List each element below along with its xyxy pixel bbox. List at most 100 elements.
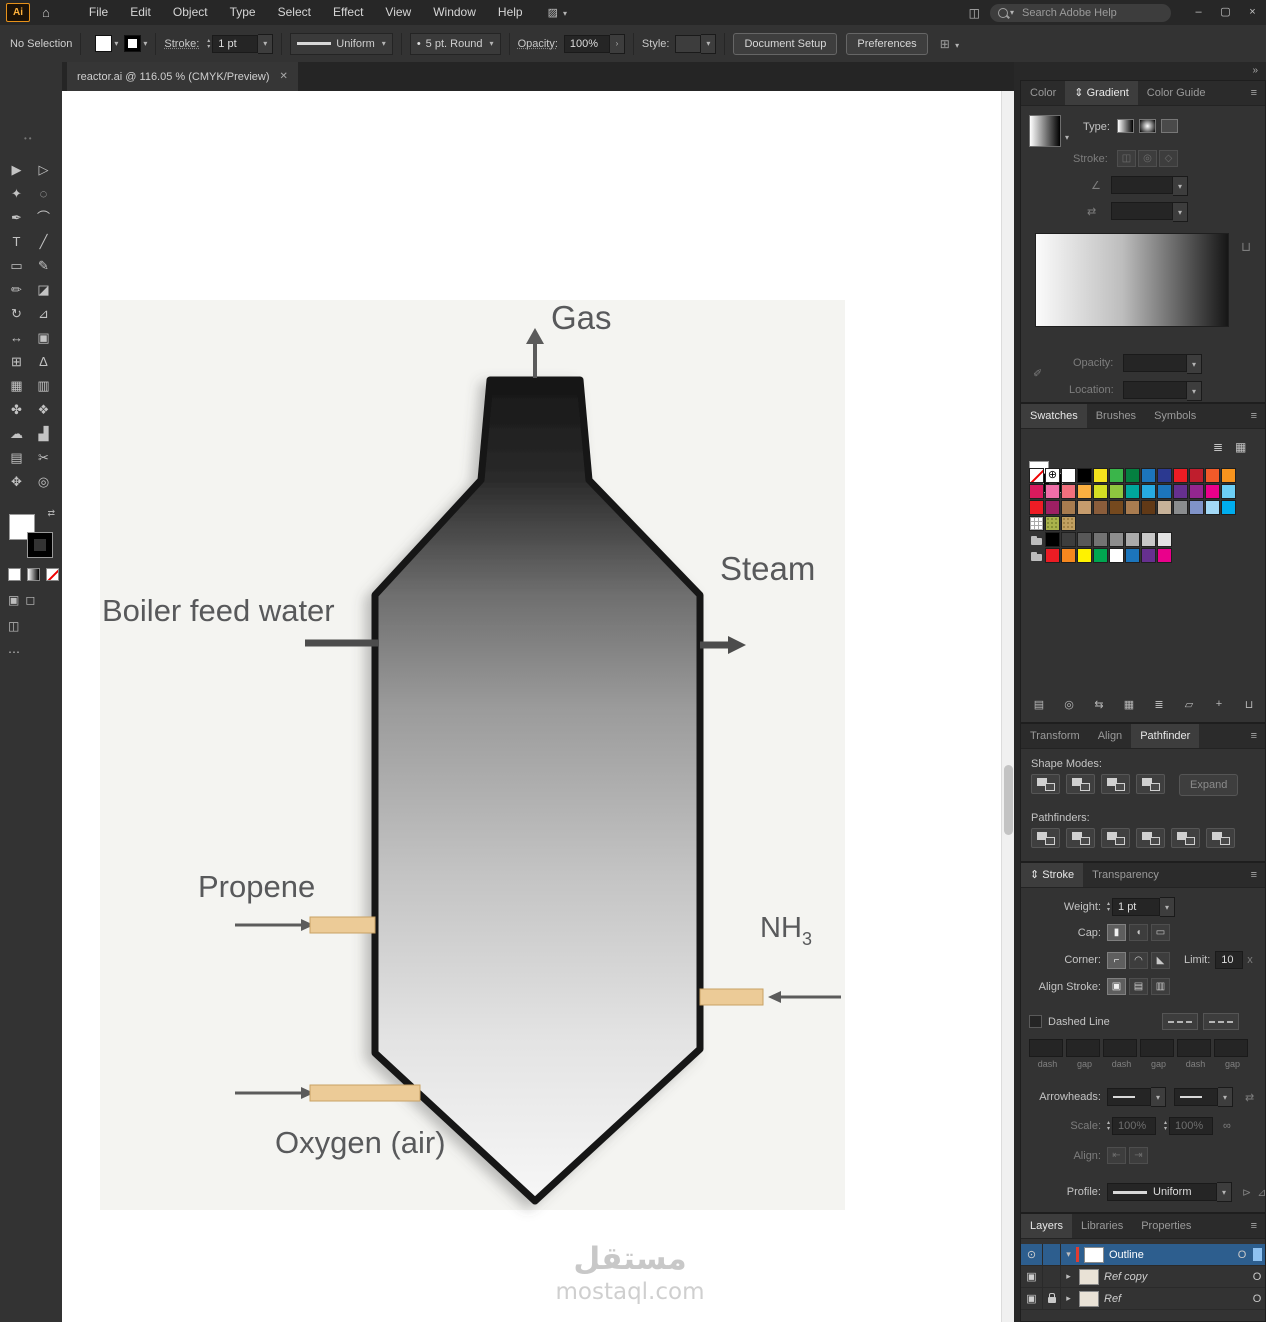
tool-blend[interactable]: ❖ bbox=[30, 398, 57, 422]
propene-pipe[interactable] bbox=[309, 916, 376, 934]
arrowhead-end-caret-icon[interactable]: ▾ bbox=[1218, 1087, 1233, 1107]
stroke-color-swatch[interactable] bbox=[124, 35, 142, 52]
stroke-within-icon[interactable]: ◫ bbox=[1117, 150, 1136, 167]
swatch[interactable] bbox=[1093, 484, 1108, 499]
weight-caret-icon[interactable]: ▾ bbox=[1160, 897, 1176, 917]
swatch[interactable] bbox=[1125, 532, 1140, 547]
list-view-icon[interactable]: ≣ bbox=[1149, 698, 1169, 711]
nh3-subscript[interactable]: 3 bbox=[802, 929, 812, 949]
swatch[interactable] bbox=[1045, 500, 1060, 515]
swatch[interactable] bbox=[1141, 484, 1156, 499]
dash-field[interactable] bbox=[1066, 1039, 1100, 1057]
align-stroke-center-icon[interactable]: ▣ bbox=[1107, 978, 1126, 995]
swatch[interactable] bbox=[1045, 516, 1060, 531]
tool-gradient[interactable]: ▥ bbox=[30, 374, 57, 398]
edit-toolbar-icon[interactable]: ⋯ bbox=[8, 645, 20, 659]
divide-icon[interactable] bbox=[1031, 828, 1060, 848]
swatch[interactable] bbox=[1173, 484, 1188, 499]
help-search[interactable]: ▾ bbox=[990, 3, 1171, 22]
unite-icon[interactable] bbox=[1031, 774, 1060, 794]
toolbar-grip[interactable]: •• bbox=[24, 134, 34, 143]
tab-transform[interactable]: Transform bbox=[1021, 724, 1089, 748]
tab-pathfinder[interactable]: Pathfinder bbox=[1131, 724, 1200, 748]
swatch[interactable] bbox=[1045, 468, 1060, 483]
oxygen-label[interactable]: Oxygen (air) bbox=[275, 1125, 446, 1160]
tool-hand[interactable]: ✥ bbox=[3, 470, 30, 494]
dash-field[interactable] bbox=[1214, 1039, 1248, 1057]
tab-transparency[interactable]: Transparency bbox=[1083, 863, 1168, 887]
lock-cell[interactable] bbox=[1043, 1244, 1061, 1265]
bevel-join-icon[interactable]: ◣ bbox=[1151, 951, 1170, 969]
freeform-gradient-icon[interactable] bbox=[1161, 119, 1178, 133]
swatch[interactable] bbox=[1125, 500, 1140, 515]
arrow-scale-end-field[interactable]: 100% bbox=[1169, 1117, 1214, 1135]
swatch[interactable] bbox=[1141, 532, 1156, 547]
swatch[interactable] bbox=[1093, 532, 1108, 547]
gradient-angle-field[interactable] bbox=[1111, 176, 1173, 194]
gradient-opacity-caret-icon[interactable]: ▾ bbox=[1187, 354, 1202, 374]
color-themes-icon[interactable]: ◎ bbox=[1059, 698, 1079, 711]
canvas-vertical-scrollbar[interactable] bbox=[1001, 91, 1015, 1322]
steam-label[interactable]: Steam bbox=[720, 550, 815, 587]
swatch[interactable] bbox=[1029, 532, 1044, 547]
opacity-label[interactable]: Opacity: bbox=[518, 38, 558, 50]
menu-type[interactable]: Type bbox=[219, 0, 267, 25]
flip-along-icon[interactable]: ⊳ bbox=[1242, 1186, 1251, 1199]
tab-color-guide[interactable]: Color Guide bbox=[1138, 81, 1215, 105]
stroke-weight-label[interactable]: Stroke: bbox=[164, 38, 199, 50]
tool-shape-builder[interactable]: ⊞ bbox=[3, 350, 30, 374]
fill-color-swatch[interactable] bbox=[95, 35, 113, 52]
swatch[interactable] bbox=[1061, 468, 1076, 483]
swatch[interactable] bbox=[1109, 548, 1124, 563]
new-color-group-icon[interactable]: ▱ bbox=[1179, 698, 1199, 711]
panel-menu-icon[interactable]: ≡ bbox=[1243, 724, 1265, 748]
weight-stepper[interactable]: ▴ ▾ bbox=[1107, 901, 1110, 913]
scrollbar-thumb[interactable] bbox=[1004, 765, 1013, 835]
panel-menu-icon[interactable]: ≡ bbox=[1243, 863, 1265, 887]
layer-thumbnail[interactable] bbox=[1079, 1268, 1099, 1285]
swatch[interactable] bbox=[1077, 548, 1092, 563]
swatch[interactable] bbox=[1045, 548, 1060, 563]
trim-icon[interactable] bbox=[1066, 828, 1095, 848]
dashed-line-checkbox[interactable] bbox=[1029, 1015, 1042, 1028]
arrowhead-start-dropdown[interactable] bbox=[1107, 1088, 1151, 1106]
tool-scale[interactable]: ⊿ bbox=[30, 302, 57, 326]
linear-gradient-icon[interactable] bbox=[1117, 119, 1134, 133]
boiler-feed-water-label[interactable]: Boiler feed water bbox=[102, 593, 335, 628]
swatch[interactable] bbox=[1093, 468, 1108, 483]
swatch[interactable] bbox=[1205, 468, 1220, 483]
menu-select[interactable]: Select bbox=[267, 0, 322, 25]
weight-field[interactable]: 1 pt bbox=[1112, 898, 1161, 916]
crop-icon[interactable] bbox=[1136, 828, 1165, 848]
document-tab[interactable]: reactor.ai @ 116.05 % (CMYK/Preview) ✕ bbox=[67, 62, 298, 91]
projecting-cap-icon[interactable]: ▭ bbox=[1151, 924, 1170, 941]
swatch[interactable] bbox=[1061, 516, 1076, 531]
swatch[interactable] bbox=[1173, 500, 1188, 515]
workspace-switcher-icon[interactable]: ▨ ▾ bbox=[548, 6, 567, 19]
gradient-location-caret-icon[interactable]: ▾ bbox=[1187, 381, 1202, 401]
screen-mode-icon[interactable]: ◫ bbox=[8, 619, 19, 633]
panel-menu-icon[interactable]: ≡ bbox=[1243, 404, 1265, 428]
list-view-toggle-icon[interactable]: ≣ bbox=[1213, 440, 1223, 454]
template-icon[interactable]: ▣ bbox=[1021, 1288, 1043, 1309]
tool-eraser[interactable]: ◪ bbox=[30, 278, 57, 302]
swatch-options-icon[interactable]: ▦ bbox=[1119, 698, 1139, 711]
document-setup-button[interactable]: Document Setup bbox=[733, 32, 838, 55]
gas-label[interactable]: Gas bbox=[551, 299, 612, 336]
swatch[interactable] bbox=[1029, 548, 1044, 563]
exclude-icon[interactable] bbox=[1136, 774, 1165, 794]
limit-field[interactable]: 10 bbox=[1215, 951, 1244, 969]
align-stroke-outside-icon[interactable]: ▥ bbox=[1151, 978, 1170, 995]
swatch[interactable] bbox=[1029, 468, 1044, 483]
swatch[interactable] bbox=[1157, 532, 1172, 547]
swap-arrowheads-icon[interactable]: ⇄ bbox=[1245, 1091, 1254, 1104]
panel-toggle-icon[interactable]: ◫ bbox=[969, 6, 980, 20]
layer-row[interactable]: ▣ ▸ Ref copy O bbox=[1021, 1266, 1265, 1288]
swatch[interactable] bbox=[1173, 468, 1188, 483]
propene-label[interactable]: Propene bbox=[198, 869, 315, 904]
layer-thumbnail[interactable] bbox=[1084, 1246, 1104, 1263]
preserve-dashes-icon[interactable] bbox=[1161, 1013, 1198, 1030]
gradient-slider[interactable] bbox=[1035, 233, 1229, 327]
gradient-aspect-caret-icon[interactable]: ▾ bbox=[1173, 202, 1188, 222]
tool-pencil[interactable]: ✏ bbox=[3, 278, 30, 302]
